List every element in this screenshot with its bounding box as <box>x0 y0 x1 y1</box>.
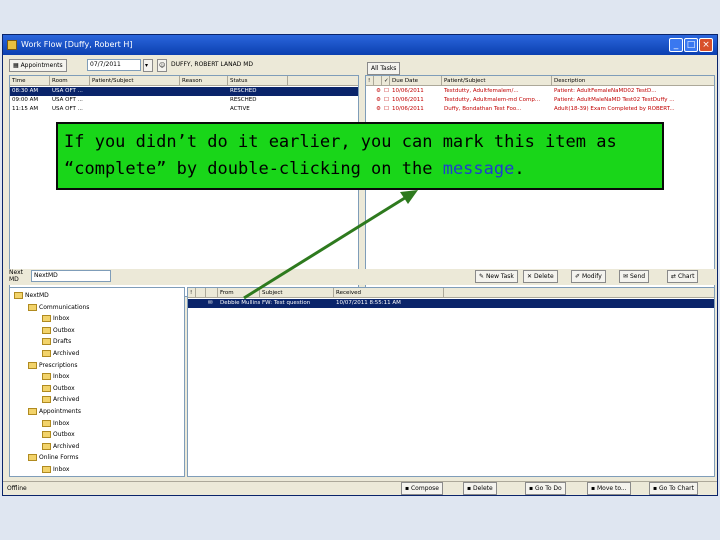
arrow-head <box>400 190 418 204</box>
pointer-arrow <box>243 190 418 300</box>
arrow-shaft <box>243 194 409 300</box>
